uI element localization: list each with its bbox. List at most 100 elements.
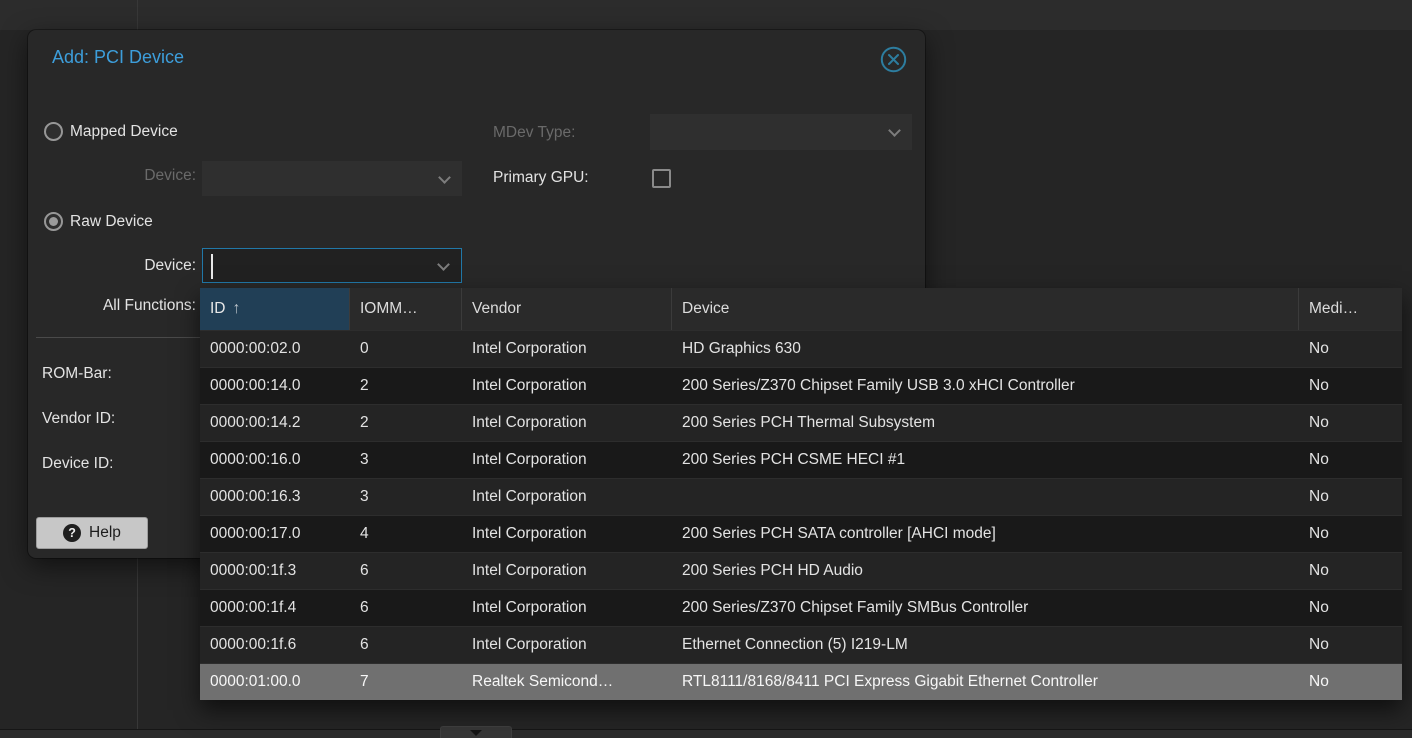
cell-device: RTL8111/8168/8411 PCI Express Gigabit Et… [672,664,1299,700]
vendor-id-label: Vendor ID: [42,410,115,428]
close-icon [880,46,907,73]
mdev-type-label: MDev Type: [493,124,575,142]
help-button[interactable]: ? Help [36,517,148,549]
cell-device: 200 Series PCH CSME HECI #1 [672,442,1299,478]
background-topbar [0,0,1412,30]
pci-device-row[interactable]: 0000:00:16.33Intel Corporation No [200,478,1402,515]
cell-id: 0000:00:14.2 [200,405,350,441]
cell-iommu: 2 [350,368,462,404]
all-functions-label: All Functions: [48,297,196,315]
pci-device-dropdown-grid: ID↑IOMM…VendorDeviceMedi… 0000:00:02.00I… [200,288,1402,700]
scroll-down-icon [470,730,482,736]
column-header-label: ID [210,300,226,318]
cell-mediated: No [1299,553,1402,589]
device-id-label: Device ID: [42,455,114,473]
cell-id: 0000:00:16.3 [200,479,350,515]
cell-iommu: 7 [350,664,462,700]
sort-asc-icon: ↑ [233,300,241,318]
raw-device-label[interactable]: Raw Device [70,213,153,231]
cell-mediated: No [1299,479,1402,515]
column-header-vendor[interactable]: Vendor [462,288,672,330]
mapped-device-field-label: Device: [88,167,196,185]
pci-device-row[interactable]: 0000:00:1f.46Intel Corporation200 Series… [200,589,1402,626]
cell-device: HD Graphics 630 [672,331,1299,367]
raw-device-radio[interactable] [44,212,63,231]
cell-device: 200 Series/Z370 Chipset Family USB 3.0 x… [672,368,1299,404]
cell-vendor: Intel Corporation [462,553,672,589]
cell-vendor: Intel Corporation [462,331,672,367]
cell-id: 0000:00:02.0 [200,331,350,367]
cell-mediated: No [1299,405,1402,441]
cell-mediated: No [1299,590,1402,626]
primary-gpu-checkbox[interactable] [652,169,671,188]
cell-iommu: 6 [350,590,462,626]
column-header-iommu[interactable]: IOMM… [350,288,462,330]
mapped-device-radio[interactable] [44,122,63,141]
column-header-label: Device [682,300,729,318]
raw-device-field-label: Device: [88,257,196,275]
mapped-device-label[interactable]: Mapped Device [70,123,178,141]
cell-vendor: Intel Corporation [462,479,672,515]
dialog-title: Add: PCI Device [52,47,184,68]
cell-device [672,479,1299,515]
column-header-mediated[interactable]: Medi… [1299,288,1402,330]
pci-device-row[interactable]: 0000:00:17.04Intel Corporation200 Series… [200,515,1402,552]
cell-mediated: No [1299,627,1402,663]
cell-id: 0000:00:1f.6 [200,627,350,663]
cell-vendor: Intel Corporation [462,442,672,478]
cell-iommu: 3 [350,479,462,515]
column-header-label: IOMM… [360,300,418,318]
cell-vendor: Intel Corporation [462,627,672,663]
pci-device-row[interactable]: 0000:00:16.03Intel Corporation200 Series… [200,441,1402,478]
close-button[interactable] [880,46,907,73]
chevron-down-icon [438,171,451,184]
help-icon: ? [63,524,81,542]
cell-vendor: Intel Corporation [462,590,672,626]
primary-gpu-label: Primary GPU: [493,169,589,187]
pci-device-row[interactable]: 0000:00:02.00Intel CorporationHD Graphic… [200,330,1402,367]
chevron-down-icon [437,258,450,271]
dropdown-body: 0000:00:02.00Intel CorporationHD Graphic… [200,330,1402,700]
rom-bar-label: ROM-Bar: [42,365,112,383]
cell-device: Ethernet Connection (5) I219-LM [672,627,1299,663]
cell-iommu: 4 [350,516,462,552]
column-header-id[interactable]: ID ↑ [200,288,350,330]
pci-device-row[interactable]: 0000:00:14.02Intel Corporation200 Series… [200,367,1402,404]
cell-vendor: Intel Corporation [462,516,672,552]
cell-mediated: No [1299,516,1402,552]
pci-device-row[interactable]: 0000:00:1f.36Intel Corporation200 Series… [200,552,1402,589]
help-button-label: Help [89,524,121,542]
dropdown-scroll-down-button[interactable] [440,726,512,738]
cell-id: 0000:01:00.0 [200,664,350,700]
cell-id: 0000:00:1f.4 [200,590,350,626]
cell-mediated: No [1299,368,1402,404]
mapped-device-combobox[interactable] [202,161,462,196]
cell-device: 200 Series/Z370 Chipset Family SMBus Con… [672,590,1299,626]
pci-device-row[interactable]: 0000:01:00.07Realtek Semicond…RTL8111/81… [200,663,1402,700]
cell-vendor: Realtek Semicond… [462,664,672,700]
cell-device: 200 Series PCH Thermal Subsystem [672,405,1299,441]
mdev-type-combobox[interactable] [650,114,912,150]
cell-vendor: Intel Corporation [462,368,672,404]
cell-mediated: No [1299,331,1402,367]
cell-iommu: 6 [350,627,462,663]
cell-id: 0000:00:17.0 [200,516,350,552]
cell-id: 0000:00:14.0 [200,368,350,404]
cell-id: 0000:00:16.0 [200,442,350,478]
column-header-label: Medi… [1309,300,1358,318]
cell-vendor: Intel Corporation [462,405,672,441]
cell-mediated: No [1299,664,1402,700]
cell-iommu: 0 [350,331,462,367]
cell-mediated: No [1299,442,1402,478]
cell-iommu: 3 [350,442,462,478]
cell-iommu: 2 [350,405,462,441]
column-header-label: Vendor [472,300,521,318]
background-bottom-bar [0,729,1412,738]
raw-device-combobox[interactable] [202,248,462,283]
pci-device-row[interactable]: 0000:00:1f.66Intel CorporationEthernet C… [200,626,1402,663]
pci-device-row[interactable]: 0000:00:14.22Intel Corporation200 Series… [200,404,1402,441]
cell-iommu: 6 [350,553,462,589]
chevron-down-icon [888,124,901,137]
text-cursor [211,254,213,279]
column-header-device[interactable]: Device [672,288,1299,330]
